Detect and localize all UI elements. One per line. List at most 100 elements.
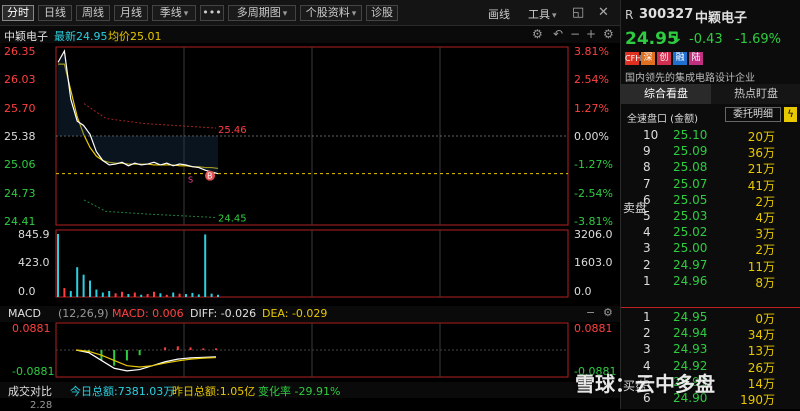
- order-book-row[interactable]: 4 25.02 3万: [621, 225, 800, 241]
- company-description: 国内领先的集成电路设计企业: [625, 73, 755, 84]
- sell-side-label: 卖盘: [623, 201, 648, 215]
- price-axis-label: 25.70: [4, 102, 36, 115]
- order-book-row[interactable]: 10 25.10 20万: [621, 128, 800, 144]
- price-axis-label: 26.03: [4, 73, 36, 86]
- badge-chinext[interactable]: 创: [657, 52, 671, 65]
- pct-axis-label: -2.54%: [574, 187, 613, 200]
- more-menu-button[interactable]: •••: [200, 5, 224, 21]
- order-book-row[interactable]: 5 25.03 4万: [621, 209, 800, 225]
- axis-labels: 26.35 26.03 25.70 25.38 25.06 24.73 24.41 3.81%…: [4, 45, 616, 378]
- order-volume: 13万: [747, 344, 775, 359]
- order-level: 3: [643, 241, 651, 256]
- latest-price-label: 最新24.95: [54, 30, 108, 43]
- badge-margin[interactable]: 融: [673, 52, 687, 65]
- order-price: 25.07: [673, 176, 708, 191]
- tab-quarterly[interactable]: 季线: [152, 5, 196, 21]
- bottom-axis-label: 2.28: [30, 400, 53, 411]
- stock-info-button[interactable]: 个股资料: [300, 5, 362, 21]
- volume-axis-right-label: 3206.0: [574, 228, 613, 241]
- order-price: 25.03: [673, 209, 708, 223]
- tab-hotspot[interactable]: 热点盯盘: [711, 84, 800, 104]
- intraday-chart[interactable]: 26.35 26.03 25.70 25.38 25.06 24.73 24.41 3.81%…: [0, 43, 620, 409]
- tab-weekly[interactable]: 周线: [76, 5, 110, 21]
- order-book-row[interactable]: 3 25.00 2万: [621, 241, 800, 257]
- order-volume: 2万: [755, 194, 775, 209]
- pct-axis-label: 3.81%: [574, 45, 609, 58]
- order-price: 25.08: [673, 160, 708, 175]
- tab-intraday[interactable]: 分时: [2, 5, 34, 21]
- volume-axis-right-label: 0.0: [574, 285, 592, 298]
- stock-code: 300327: [639, 7, 694, 22]
- order-level: 9: [643, 144, 651, 159]
- macd-axis-label: 0.0881: [12, 322, 51, 335]
- order-price: 24.93: [673, 342, 708, 357]
- lightning-icon[interactable]: ϟ: [784, 107, 797, 122]
- order-book-row[interactable]: 3 24.93 13万: [621, 342, 800, 358]
- settings-gear-icon[interactable]: ⚙: [532, 27, 543, 41]
- price-change-pct: -1.69%: [735, 32, 781, 47]
- sell-marker-label: S: [188, 176, 193, 185]
- badge-connect[interactable]: 陆: [689, 52, 703, 65]
- diagnose-button[interactable]: 诊股: [366, 5, 398, 21]
- macd-diff-value: DIFF: -0.026: [190, 307, 257, 320]
- multi-period-label: 多周期图: [236, 6, 281, 19]
- quote-panel: R 300327 中颖电子 24.95 ↓ -0.43 -1.69% CFH 深…: [620, 0, 800, 409]
- undo-icon[interactable]: ↶: [553, 27, 563, 41]
- quick-panel-label[interactable]: 全速盘口 (金额): [627, 110, 698, 125]
- order-volume: 26万: [747, 360, 775, 375]
- price-line: [57, 49, 219, 175]
- minus-icon[interactable]: −: [570, 27, 580, 41]
- order-book-row[interactable]: 2 24.94 34万: [621, 326, 800, 342]
- multi-period-button[interactable]: 多周期图: [228, 5, 296, 21]
- macd-title[interactable]: MACD: [8, 307, 41, 320]
- tab-overview[interactable]: 综合看盘: [621, 84, 711, 104]
- order-book-row[interactable]: 1 24.96 8万: [621, 274, 800, 290]
- tab-monthly[interactable]: 月线: [114, 5, 148, 21]
- badge-cfh[interactable]: CFH: [625, 52, 641, 65]
- restore-icon[interactable]: ◱: [572, 5, 584, 20]
- order-detail-button[interactable]: 委托明细: [725, 107, 781, 122]
- tools-button[interactable]: 工具: [528, 6, 557, 22]
- macd-diff-line: [75, 349, 217, 372]
- order-volume: 21万: [747, 162, 775, 177]
- order-book-row[interactable]: 7 25.07 41万: [621, 177, 800, 193]
- order-level: 1: [643, 310, 651, 324]
- buy-marker-label: B: [207, 172, 213, 181]
- order-price: 25.10: [673, 128, 708, 142]
- margin-flag: R: [625, 8, 634, 22]
- avg-price-label: 均价25.01: [108, 30, 162, 43]
- order-book-row[interactable]: 1 24.95 0万: [621, 310, 800, 326]
- order-price: 25.05: [673, 192, 708, 207]
- stock-info-label: 个股资料: [305, 6, 350, 19]
- order-price: 25.00: [673, 241, 708, 256]
- pct-axis-label: 0.00%: [574, 130, 609, 143]
- compare-title[interactable]: 成交对比: [8, 383, 52, 399]
- minus-icon[interactable]: −: [586, 306, 595, 319]
- draw-line-button[interactable]: 画线: [488, 6, 510, 22]
- order-book-row[interactable]: 6 25.05 2万: [621, 193, 800, 209]
- order-price: 24.96: [673, 273, 708, 288]
- order-price: 24.97: [673, 257, 708, 272]
- price-change: -0.43: [689, 32, 723, 47]
- settings-icon[interactable]: ⚙: [603, 27, 614, 41]
- macd-dea-value: DEA: -0.029: [262, 307, 328, 320]
- order-book-row[interactable]: 2 24.97 11万: [621, 258, 800, 274]
- order-level: 7: [643, 176, 651, 191]
- badge-shenzhen[interactable]: 深: [641, 52, 655, 65]
- order-volume: 8万: [755, 275, 775, 290]
- stock-name-label: 中颖电子: [4, 30, 48, 43]
- order-price: 24.94: [673, 326, 708, 341]
- order-volume: 34万: [747, 328, 775, 343]
- down-arrow-icon: ↓: [671, 30, 683, 46]
- close-icon[interactable]: ✕: [598, 5, 609, 20]
- order-book-row[interactable]: 8 25.08 21万: [621, 160, 800, 176]
- macd-dea-line: [75, 349, 217, 368]
- volume-axis-label: 845.9: [18, 228, 50, 241]
- mid-marker-label: 25.46: [218, 125, 247, 136]
- order-level: 3: [643, 342, 651, 357]
- tab-daily[interactable]: 日线: [38, 5, 72, 21]
- order-book-row[interactable]: 9 25.09 36万: [621, 144, 800, 160]
- change-rate-label: 变化率 -29.91%: [258, 385, 341, 398]
- settings-icon[interactable]: ⚙: [603, 306, 613, 319]
- plus-icon[interactable]: +: [586, 27, 596, 41]
